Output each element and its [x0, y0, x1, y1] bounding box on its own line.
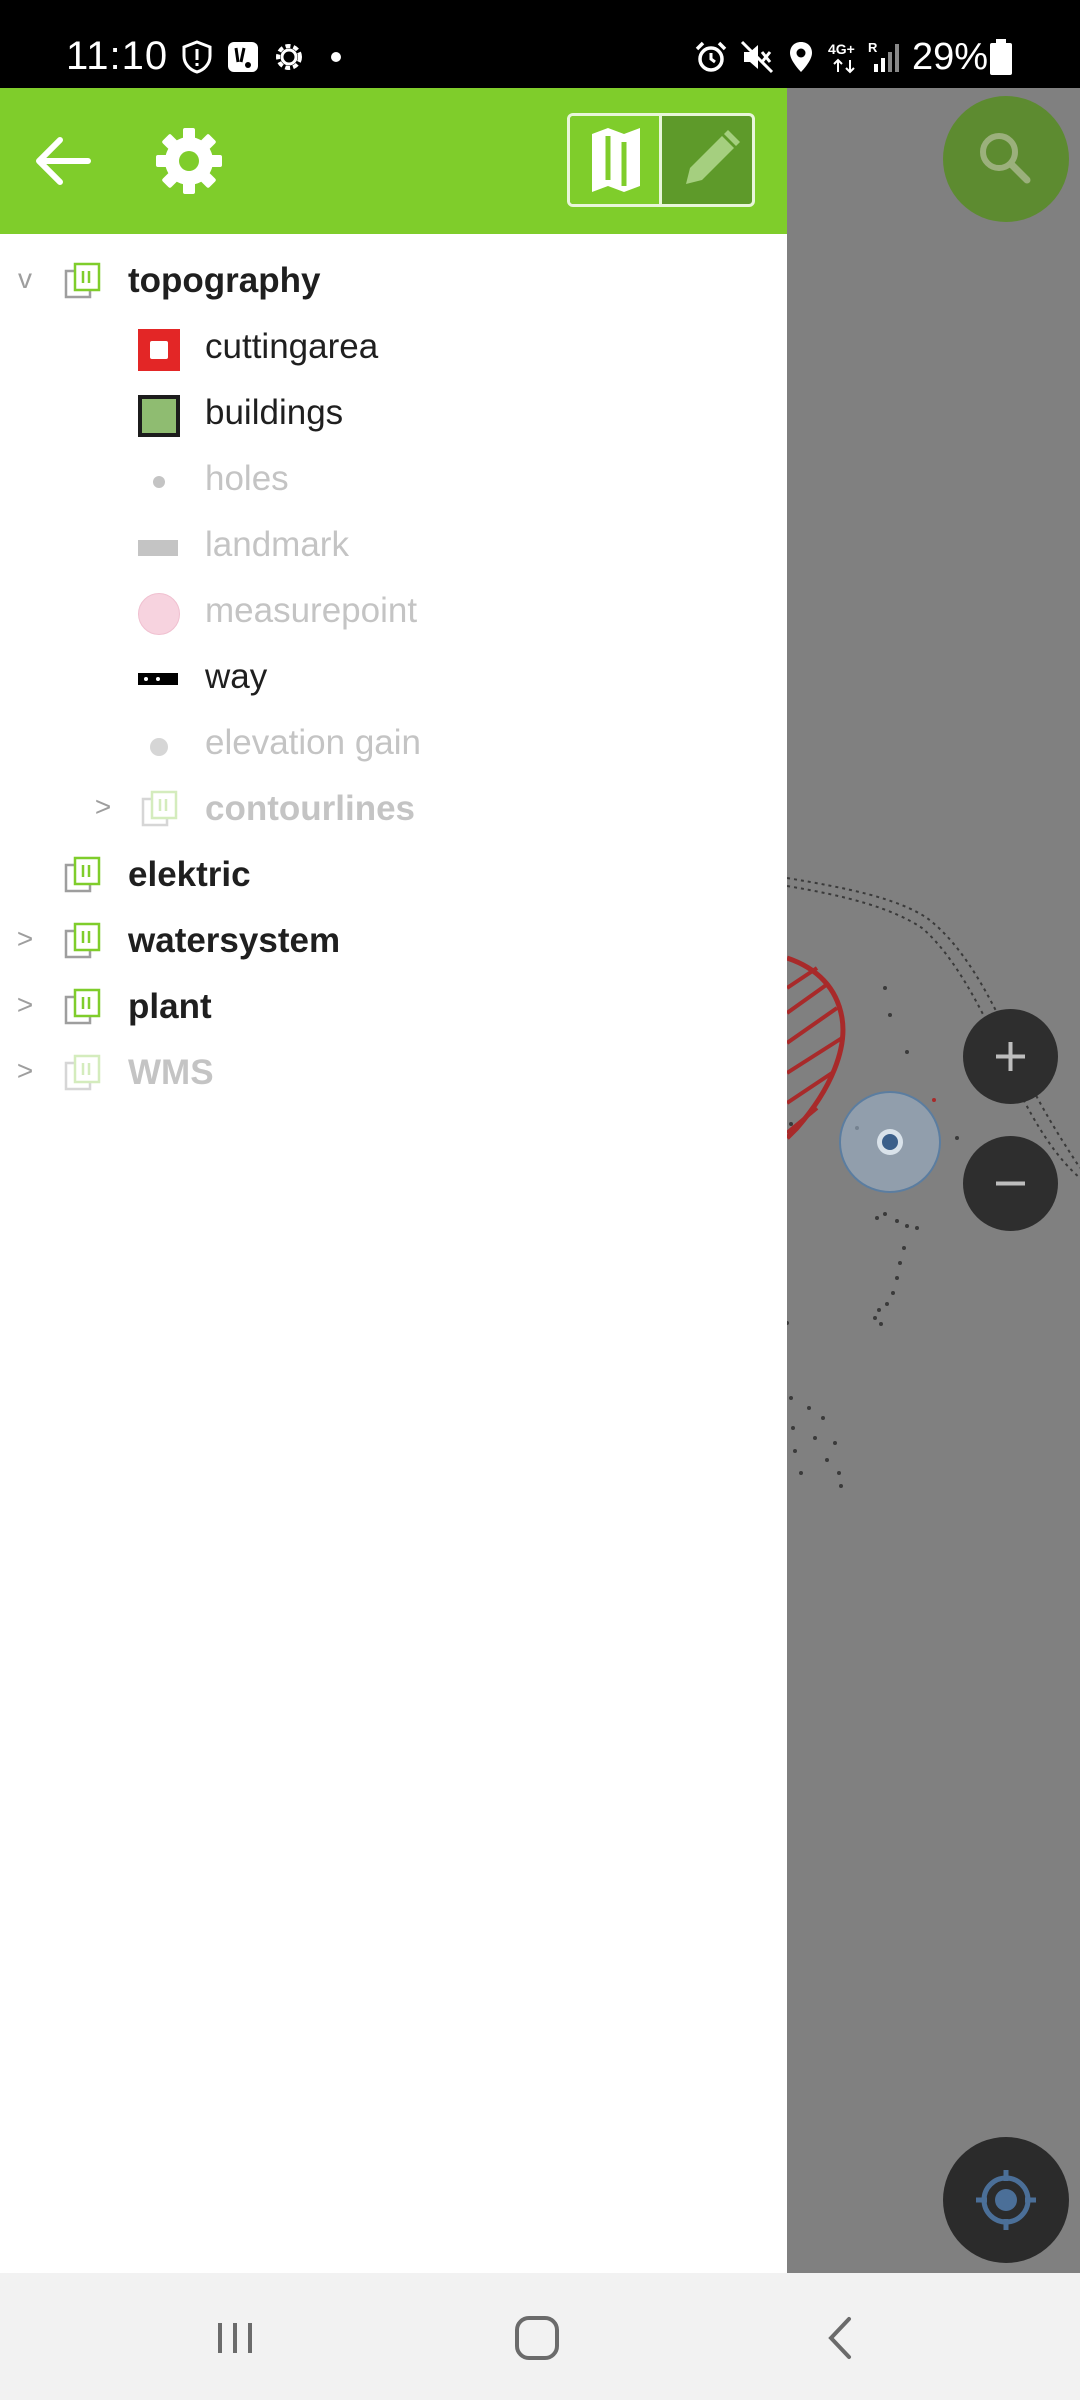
layer-item-elevation-gain[interactable]: elevation gain — [0, 711, 787, 777]
search-icon — [980, 133, 1031, 184]
back-button[interactable] — [30, 128, 96, 194]
layer-label: measurepoint — [205, 591, 418, 630]
my-location-button[interactable] — [943, 2137, 1069, 2263]
arrow-left-icon — [36, 137, 91, 185]
layer-group-label: elektric — [128, 855, 251, 894]
home-icon[interactable] — [502, 2303, 572, 2373]
layer-label: holes — [205, 459, 289, 498]
layer-item-way[interactable]: way — [0, 645, 787, 711]
layer-group-contourlines[interactable]: > contourlines — [0, 777, 787, 843]
layer-group-label: plant — [128, 987, 212, 1026]
layer-item-cuttingarea[interactable]: cuttingarea — [0, 315, 787, 381]
drawer-toolbar — [0, 88, 787, 234]
map-icon — [592, 128, 640, 192]
layer-item-landmark[interactable]: landmark — [0, 513, 787, 579]
svg-text:4G+: 4G+ — [828, 41, 855, 57]
layer-item-buildings[interactable]: buildings — [0, 381, 787, 447]
alarm-icon — [695, 41, 727, 72]
status-time: 11:10 — [66, 34, 169, 78]
layer-group-label: watersystem — [128, 921, 341, 960]
layer-group-watersystem[interactable]: > watersystem — [0, 909, 787, 975]
way-swatch — [138, 673, 178, 685]
battery-icon — [990, 39, 1012, 75]
layer-label: way — [205, 657, 268, 696]
layers-icon — [64, 856, 101, 893]
elevation-gain-swatch — [150, 738, 168, 756]
layer-drawer: v topography cuttingarea buildings holes — [0, 88, 787, 2273]
expander-watersystem[interactable]: > — [10, 923, 40, 955]
layer-label: cuttingarea — [205, 327, 379, 366]
layer-group-wms[interactable]: > WMS — [0, 1041, 787, 1107]
layers-icon — [64, 262, 101, 299]
edit-mode-button[interactable] — [662, 116, 752, 204]
layers-icon — [64, 1054, 101, 1091]
layer-group-plant[interactable]: > plant — [0, 975, 787, 1041]
layers-icon — [141, 790, 178, 827]
layer-group-elektric[interactable]: elektric — [0, 843, 787, 909]
app-notification-icon — [228, 42, 258, 72]
map-mode-button[interactable] — [570, 116, 662, 204]
plus-icon — [996, 1042, 1025, 1071]
zoom-out-button[interactable] — [963, 1136, 1058, 1231]
layer-group-topography[interactable]: v topography — [0, 249, 787, 315]
zoom-in-button[interactable] — [963, 1009, 1058, 1104]
system-nav-bar — [0, 2273, 1080, 2400]
layer-group-label: contourlines — [205, 789, 416, 828]
mode-toggle — [567, 113, 755, 207]
gear-icon — [156, 128, 222, 194]
pencil-icon — [686, 130, 740, 184]
expander-contourlines[interactable]: > — [88, 791, 118, 823]
gear-icon — [276, 44, 302, 70]
expander-wms[interactable]: > — [10, 1055, 40, 1087]
layer-label: elevation gain — [205, 723, 421, 762]
layer-group-label: WMS — [128, 1053, 214, 1092]
status-bar: 11:10 4G+ R 29% — [0, 0, 1080, 88]
crosshair-icon — [976, 2170, 1036, 2230]
settings-button[interactable] — [152, 124, 226, 198]
4g-plus-icon: 4G+ — [828, 41, 855, 74]
buildings-swatch — [138, 395, 180, 437]
layers-icon — [64, 988, 101, 1025]
layers-icon — [64, 922, 101, 959]
expander-topography[interactable]: v — [10, 263, 40, 295]
search-button[interactable] — [943, 96, 1069, 222]
recents-icon[interactable] — [200, 2303, 270, 2373]
cuttingarea-swatch — [138, 329, 180, 371]
landmark-swatch — [138, 540, 178, 556]
svg-text:R: R — [868, 40, 878, 55]
layer-item-holes[interactable]: holes — [0, 447, 787, 513]
shield-icon — [182, 40, 212, 74]
dot-icon — [331, 52, 341, 62]
holes-swatch — [153, 476, 165, 488]
expander-plant[interactable]: > — [10, 989, 40, 1021]
layer-group-label: topography — [128, 261, 321, 300]
mute-icon — [740, 40, 774, 74]
back-chevron-icon[interactable] — [805, 2303, 875, 2373]
battery-percentage: 29% — [912, 36, 989, 78]
layer-label: buildings — [205, 393, 344, 432]
minus-icon — [996, 1181, 1025, 1186]
measurepoint-swatch — [138, 593, 180, 635]
layer-item-measurepoint[interactable]: measurepoint — [0, 579, 787, 645]
layer-label: landmark — [205, 525, 349, 564]
signal-icon: R — [868, 40, 899, 72]
location-icon — [790, 42, 812, 72]
